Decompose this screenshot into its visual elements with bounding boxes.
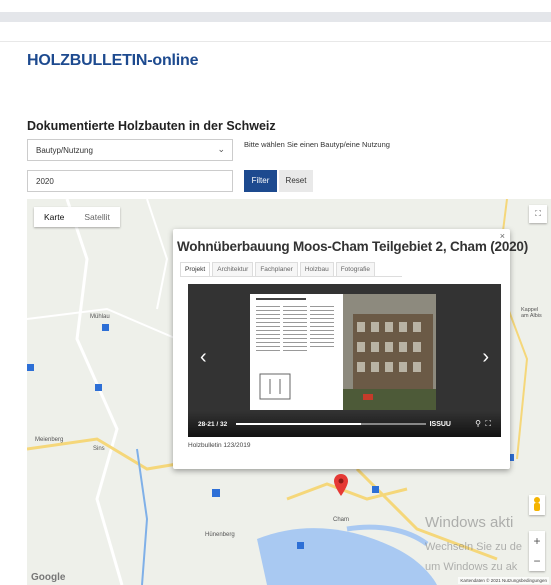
viewer-controls: ⚲ ⛶ [475, 419, 491, 429]
chevron-down-icon: ⌄ [217, 144, 225, 154]
browser-top-bar [0, 12, 551, 22]
page-progress-bar[interactable] [236, 423, 426, 425]
os-watermark-line3: um Windows zu ak [425, 561, 518, 573]
header-divider [0, 41, 551, 42]
tab-projekt[interactable]: Projekt [180, 262, 211, 276]
document-page-left [250, 294, 343, 410]
os-watermark-line2: Wechseln Sie zu de [425, 541, 523, 553]
place-label: Sins [93, 446, 105, 452]
place-label: Hünenberg [205, 532, 235, 538]
map-type-tabs: Karte Satellit [34, 207, 120, 227]
document-page-photo [343, 294, 436, 410]
issuu-logo[interactable]: ISSUU [430, 421, 451, 428]
os-watermark-line1: Windows akti [425, 514, 514, 531]
map-marker-icon[interactable] [334, 474, 348, 496]
year-value: 2020 [36, 177, 54, 186]
map-container[interactable]: Mühlau Meienberg Sins Hünenberg Cham Kap… [27, 199, 551, 585]
info-window: × Wohnüberbauung Moos-Cham Teilgebiet 2,… [173, 229, 528, 469]
building-type-select[interactable]: Bautyp/Nutzung ⌄ [27, 139, 233, 161]
zoom-out-button[interactable]: − [529, 551, 545, 571]
tab-holzbau[interactable]: Holzbau [299, 262, 334, 276]
document-caption: Holzbulletin 123/2019 [188, 442, 251, 449]
street-view-pegman-icon[interactable] [529, 495, 545, 515]
page-progress-fill [236, 423, 362, 425]
map-type-karte[interactable]: Karte [34, 207, 74, 227]
tab-fotografie[interactable]: Fotografie [335, 262, 375, 276]
map-type-satellit[interactable]: Satellit [74, 207, 120, 227]
next-page-icon[interactable]: › [482, 346, 489, 369]
place-label: Cham [333, 517, 350, 523]
zoom-in-button[interactable]: + [529, 531, 545, 551]
filter-button[interactable]: Filter [244, 170, 277, 192]
google-logo: Google [31, 572, 66, 583]
fullscreen-icon[interactable]: ⛶ [529, 205, 547, 223]
reset-button[interactable]: Reset [279, 170, 313, 192]
section-title: Dokumentierte Holzbauten in der Schweiz [27, 119, 276, 133]
place-label: Kappel am Albis [521, 307, 542, 319]
fullscreen-icon[interactable]: ⛶ [485, 419, 491, 428]
previous-page-icon[interactable]: ‹ [200, 346, 207, 369]
place-label: Meienberg [35, 437, 64, 443]
popup-title: Wohnüberbauung Moos-Cham Teilgebiet 2, C… [177, 239, 529, 254]
site-title[interactable]: HOLZBULLETIN-online [27, 52, 198, 70]
tab-fachplaner[interactable]: Fachplaner [255, 262, 298, 276]
map-attribution[interactable]: Kartendaten © 2021 Nutzungsbedingungen [458, 577, 549, 584]
year-input[interactable]: 2020 [27, 170, 233, 192]
place-label: Mühlau [90, 314, 110, 320]
tab-architektur[interactable]: Architektur [212, 262, 254, 276]
select-hint: Bitte wählen Sie einen Bautyp/eine Nutzu… [244, 140, 390, 149]
building-type-value: Bautyp/Nutzung [36, 146, 93, 155]
popup-tabs: Projekt Architektur Fachplaner Holzbau F… [180, 262, 402, 277]
page-indicator: 28-21 / 32 [198, 421, 228, 428]
document-viewer[interactable]: ‹ › 28-21 / 32 ISSUU ⚲ ⛶ [188, 284, 501, 437]
zoom-controls: + − [529, 531, 545, 571]
zoom-icon[interactable]: ⚲ [475, 419, 481, 428]
